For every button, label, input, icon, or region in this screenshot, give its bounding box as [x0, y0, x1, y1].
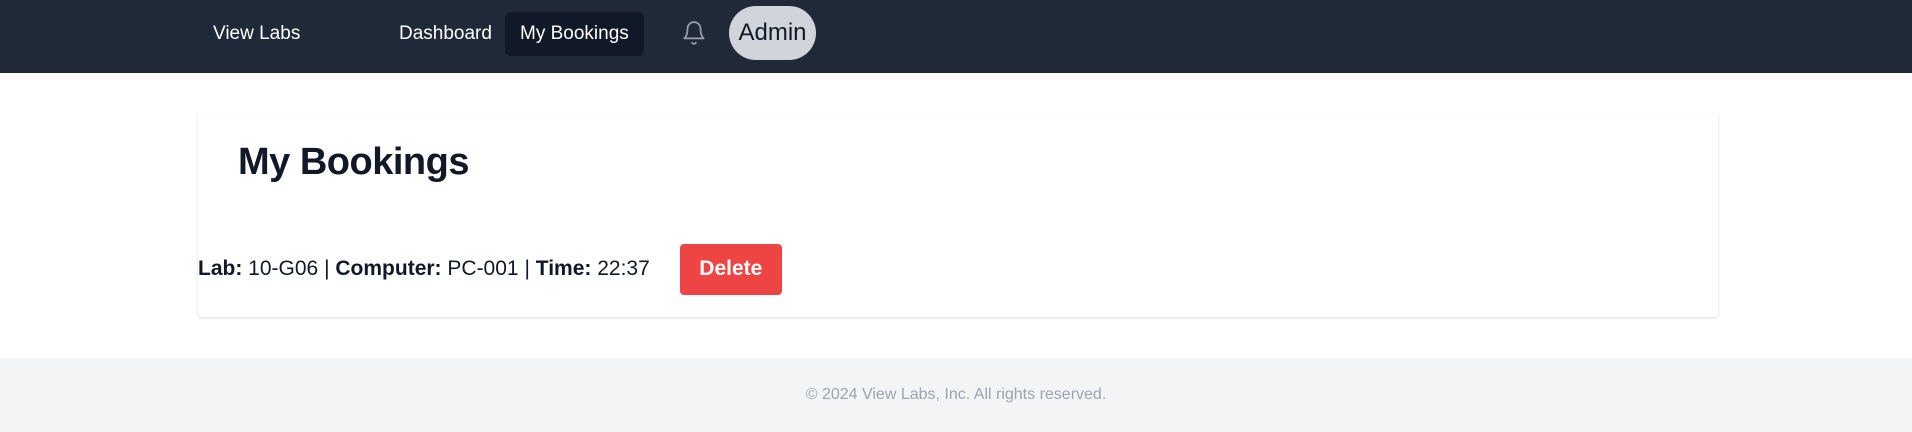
top-navbar: View Labs Dashboard My Bookings Admin — [0, 0, 1912, 73]
user-avatar-button[interactable]: Admin — [729, 6, 816, 60]
booking-row: Lab: 10-G06 | Computer: PC-001 | Time: 2… — [198, 243, 782, 295]
delete-booking-button[interactable]: Delete — [679, 243, 782, 295]
brand-link[interactable]: View Labs — [198, 12, 315, 56]
bookings-card: My Bookings Lab: 10-G06 | Computer: PC-0… — [198, 113, 1718, 317]
computer-value: PC-001 — [447, 257, 519, 280]
notifications-button[interactable] — [679, 18, 709, 48]
time-label: Time: — [535, 257, 592, 280]
bell-icon — [683, 21, 705, 45]
lab-value: 10-G06 — [248, 257, 319, 280]
computer-label: Computer: — [335, 257, 442, 280]
footer-copyright: © 2024 View Labs, Inc. All rights reserv… — [805, 386, 1107, 403]
page-title: My Bookings — [238, 141, 469, 183]
lab-label: Lab: — [198, 257, 243, 280]
time-value: 22:37 — [597, 257, 650, 280]
footer: © 2024 View Labs, Inc. All rights reserv… — [0, 358, 1912, 432]
nav-link-my-bookings[interactable]: My Bookings — [505, 12, 644, 56]
nav-link-dashboard[interactable]: Dashboard — [384, 12, 507, 56]
